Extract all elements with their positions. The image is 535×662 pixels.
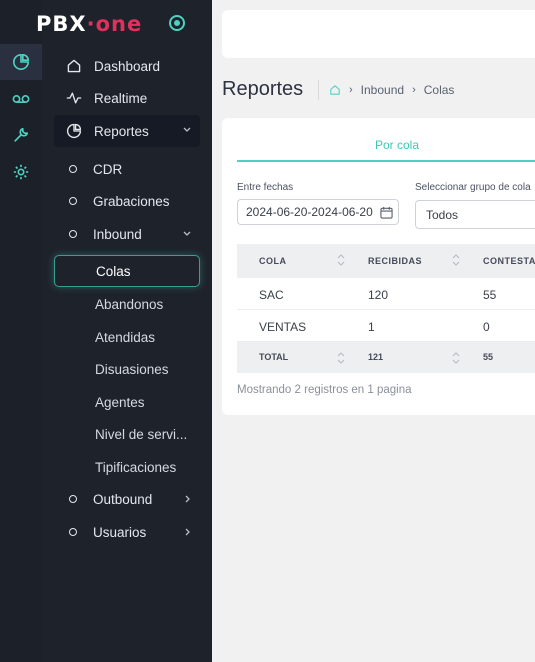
- rail-reports-button[interactable]: [0, 44, 42, 80]
- top-bar: [222, 10, 535, 58]
- group-select[interactable]: Todos: [415, 200, 535, 229]
- sidebar-item-grabaciones[interactable]: Grabaciones: [54, 186, 200, 216]
- tab-indicator: [237, 160, 535, 162]
- total-contesta: 55: [483, 352, 494, 362]
- wrench-icon: [14, 127, 29, 142]
- column-header-recibidas[interactable]: RECIBIDAS: [368, 256, 422, 266]
- chevron-right-icon: [185, 528, 190, 536]
- sidebar-item-reportes[interactable]: Reportes: [54, 115, 200, 147]
- date-range-input[interactable]: 2024-06-20-2024-06-20: [237, 199, 399, 225]
- icon-rail: [0, 0, 42, 662]
- date-range-label: Entre fechas: [237, 182, 294, 193]
- breadcrumb: › Inbound › Colas: [329, 83, 454, 97]
- breadcrumb-separator: ›: [349, 84, 353, 96]
- voicemail-icon: [12, 95, 30, 103]
- report-card: Por cola Entre fechas 2024-06-20-2024-06…: [222, 118, 535, 415]
- sidebar-item-label: Dashboard: [94, 58, 161, 74]
- sidebar-item-colas[interactable]: Colas: [54, 255, 200, 287]
- sidebar-item-label: Realtime: [94, 90, 148, 106]
- sidebar-item-atendidas[interactable]: Atendidas: [54, 321, 200, 353]
- sidebar-item-agentes[interactable]: Agentes: [54, 386, 200, 418]
- rail-settings-button[interactable]: [0, 154, 42, 190]
- breadcrumb-colas: Colas: [423, 83, 455, 97]
- bullet-icon: [69, 197, 77, 205]
- breadcrumb-inbound[interactable]: Inbound: [361, 83, 404, 97]
- bullet-icon: [69, 230, 77, 238]
- brand-suffix: one: [95, 12, 143, 36]
- sidebar-item-label: Usuarios: [93, 524, 147, 540]
- gear-icon: [13, 164, 29, 180]
- sort-icon[interactable]: [337, 254, 345, 266]
- breadcrumb-divider: [318, 80, 319, 100]
- chevron-down-icon: [183, 231, 191, 236]
- activity-icon: [65, 89, 83, 107]
- sidebar-item-label: Reportes: [94, 123, 149, 139]
- page-title: Reportes: [222, 78, 304, 100]
- total-recibidas: 121: [368, 352, 384, 362]
- sidebar-item-nivel-servicio[interactable]: Nivel de servi...: [54, 418, 200, 450]
- cell-contesta: 0: [483, 320, 490, 334]
- chevron-down-icon: [183, 127, 191, 132]
- table-header: COLA RECIBIDAS CONTESTA: [237, 244, 535, 278]
- sidebar-item-label: Inbound: [93, 226, 142, 242]
- sidebar-item-label: CDR: [93, 161, 123, 177]
- rail-tools-button[interactable]: [0, 117, 42, 153]
- sort-icon: [337, 352, 345, 364]
- cell-cola: VENTAS: [259, 320, 307, 334]
- sidebar-item-inbound[interactable]: Inbound: [54, 219, 200, 249]
- sidebar-item-label: Grabaciones: [93, 193, 170, 209]
- bullet-icon: [69, 165, 77, 173]
- cell-recibidas: 1: [368, 320, 375, 334]
- date-range-value: 2024-06-20-2024-06-20: [246, 205, 373, 219]
- brand-sep: ·: [86, 12, 96, 36]
- sort-icon[interactable]: [452, 254, 460, 266]
- sidebar-item-dashboard[interactable]: Dashboard: [54, 50, 200, 82]
- pie-chart-icon: [13, 53, 30, 70]
- total-label: TOTAL: [259, 352, 289, 362]
- tab-por-cola[interactable]: Por cola: [237, 138, 535, 152]
- sort-icon: [452, 352, 460, 364]
- breadcrumb-separator: ›: [412, 84, 416, 96]
- cell-contesta: 55: [483, 288, 497, 302]
- sidebar-item-tipificaciones[interactable]: Tipificaciones: [54, 451, 200, 483]
- rail-voicemail-button[interactable]: [0, 81, 42, 117]
- sidebar-item-disuasiones[interactable]: Disuasiones: [54, 353, 200, 385]
- group-select-label: Seleccionar grupo de cola: [415, 182, 531, 193]
- sidebar-item-cdr[interactable]: CDR: [54, 154, 200, 184]
- home-icon[interactable]: [329, 84, 341, 96]
- pie-chart-icon: [65, 122, 83, 140]
- brand-prefix: PBX: [36, 12, 87, 36]
- home-icon: [65, 57, 83, 75]
- sidebar-toggle-button[interactable]: [169, 15, 185, 31]
- column-header-contesta[interactable]: CONTESTA: [483, 256, 535, 266]
- brand-logo: PBX · one: [36, 12, 142, 36]
- sidebar-item-usuarios[interactable]: Usuarios: [54, 517, 200, 547]
- bullet-icon: [69, 528, 77, 536]
- chevron-right-icon: [185, 495, 190, 503]
- cell-cola: SAC: [259, 288, 284, 302]
- table-row[interactable]: SAC 120 55: [237, 278, 535, 310]
- sidebar-item-outbound[interactable]: Outbound: [54, 484, 200, 514]
- cell-recibidas: 120: [368, 288, 389, 302]
- sidebar-item-abandonos[interactable]: Abandonos: [54, 288, 200, 320]
- group-select-value: Todos: [426, 207, 459, 222]
- sidebar-item-realtime[interactable]: Realtime: [54, 82, 200, 114]
- table-total-row: TOTAL 121 55: [237, 342, 535, 373]
- bullet-icon: [69, 495, 77, 503]
- calendar-icon[interactable]: [380, 206, 393, 219]
- sidebar-item-label: Outbound: [93, 491, 153, 507]
- column-header-cola[interactable]: COLA: [259, 256, 287, 266]
- table-info: Mostrando 2 registros en 1 pagina: [237, 384, 412, 396]
- table-row[interactable]: VENTAS 1 0: [237, 310, 535, 342]
